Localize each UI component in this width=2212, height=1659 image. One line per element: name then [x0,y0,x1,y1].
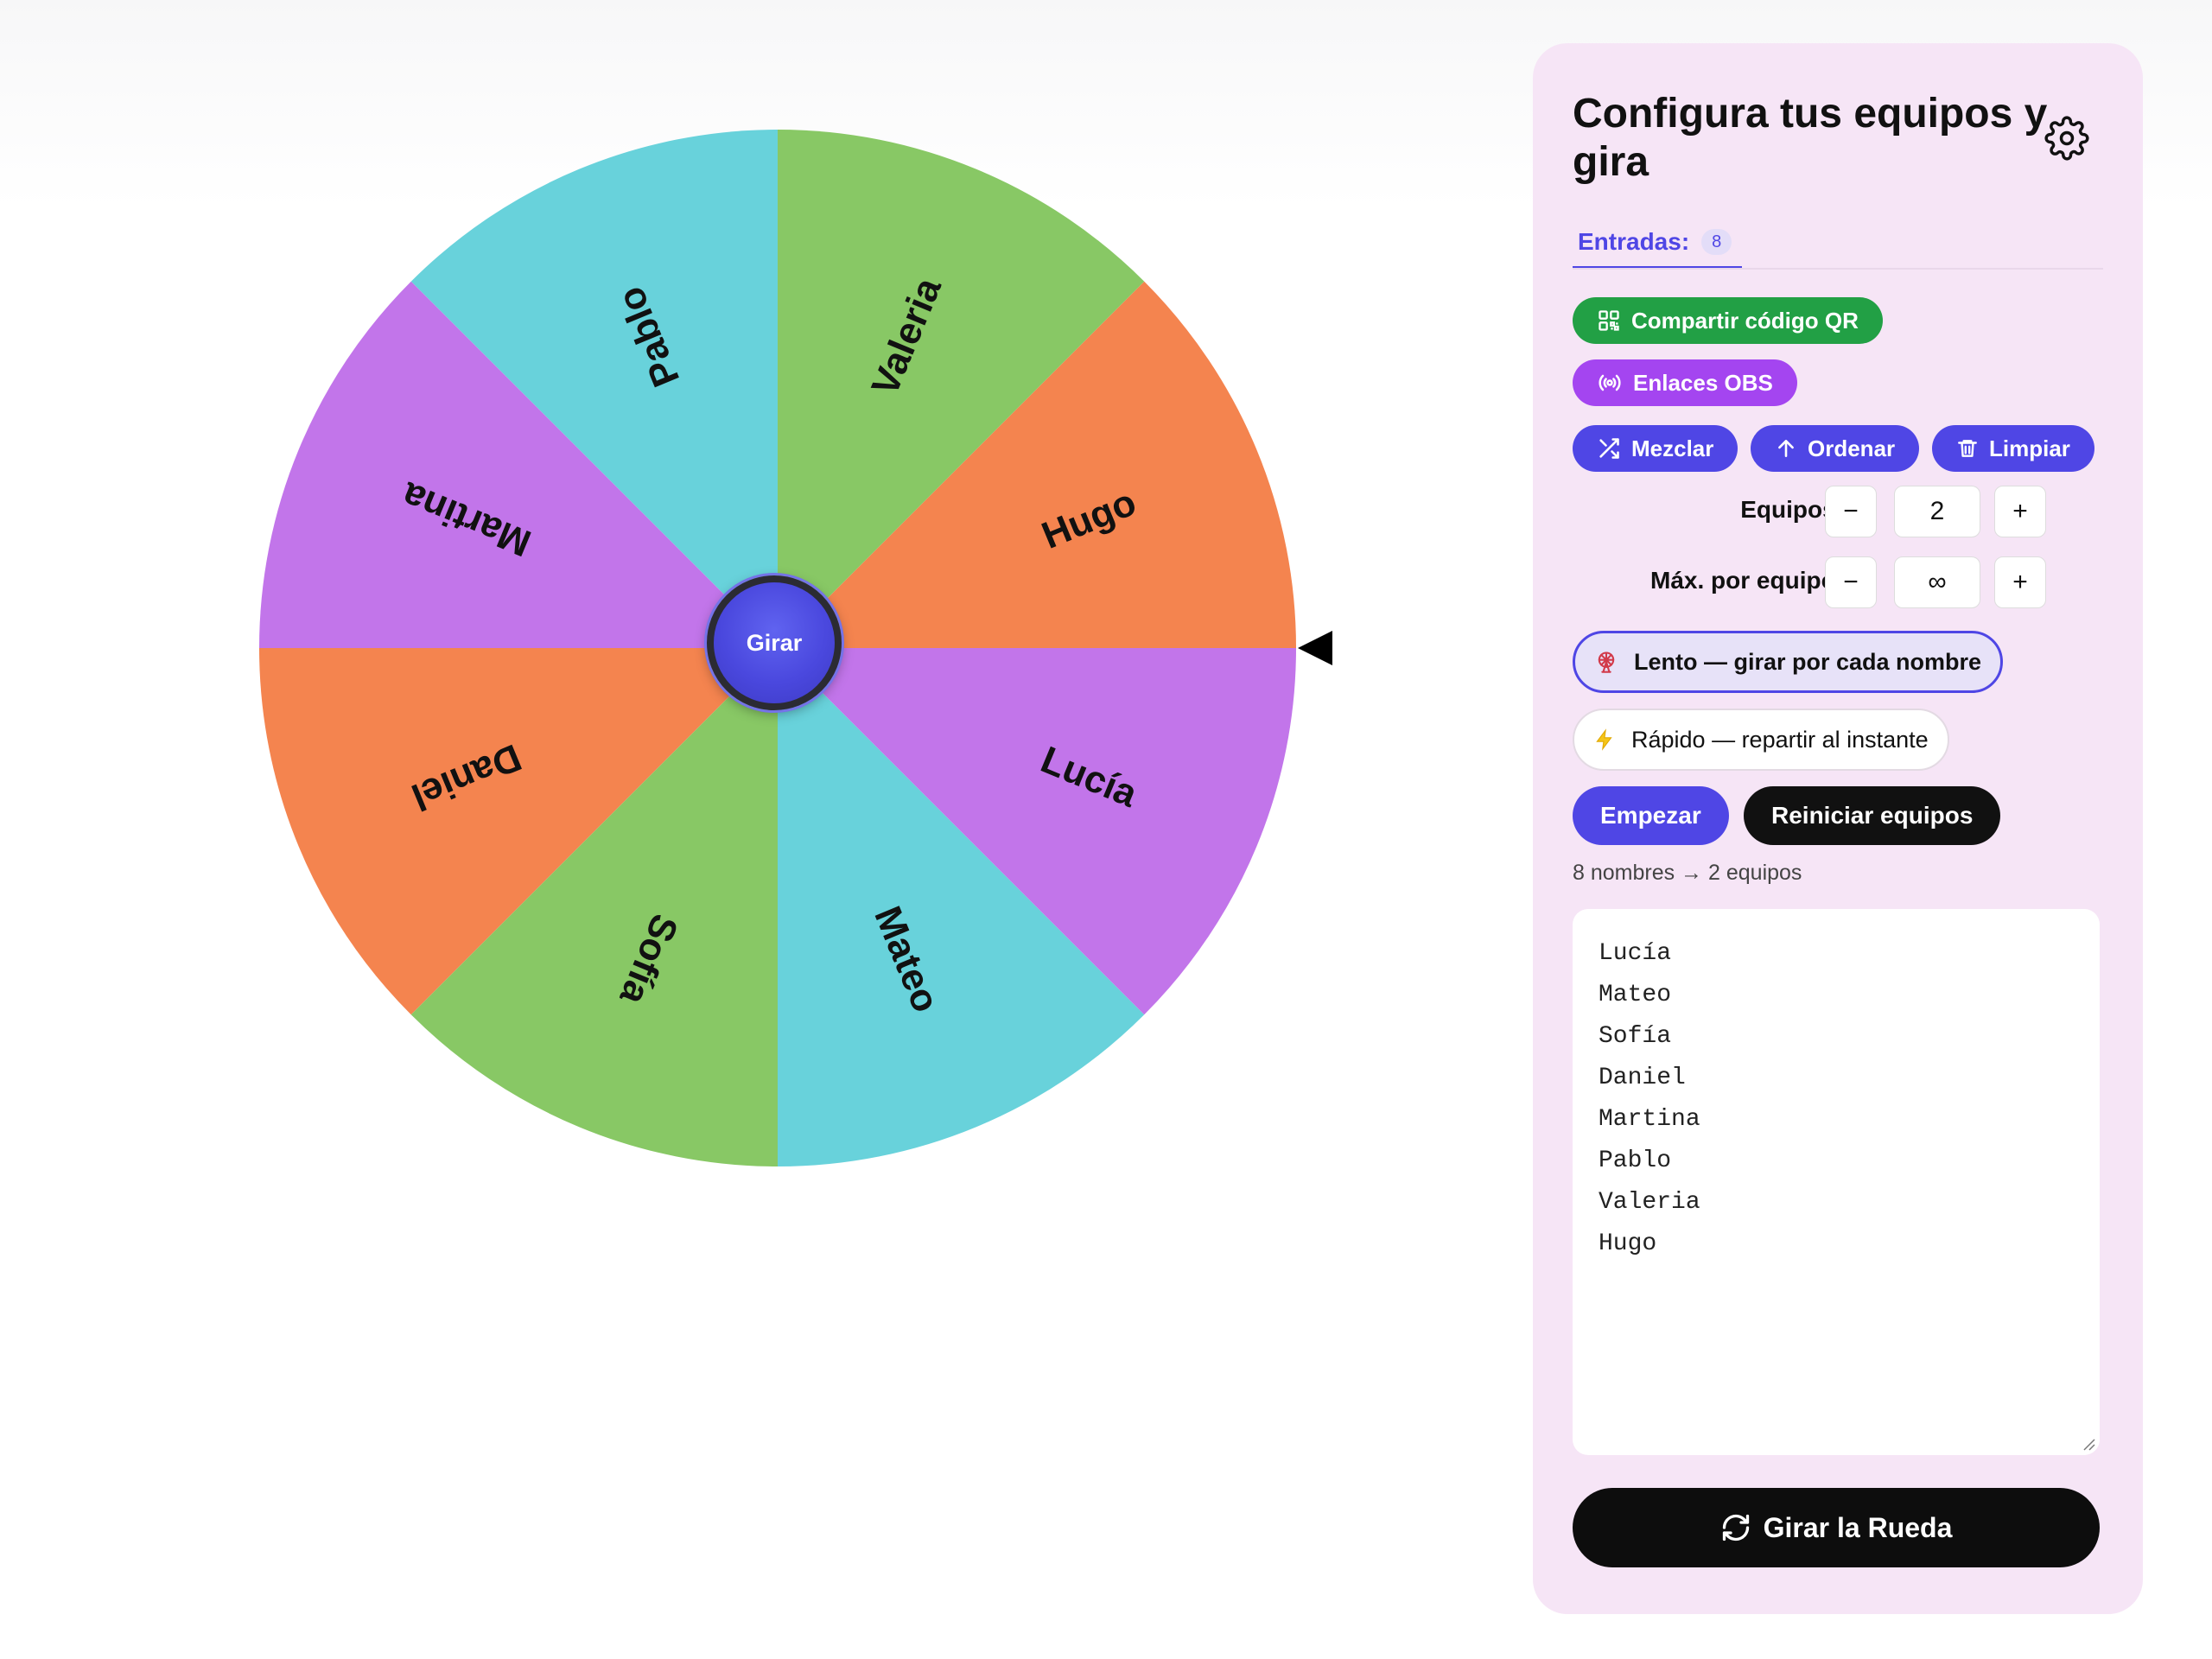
sort-button[interactable]: Ordenar [1751,425,1920,472]
panel-title: Configura tus equipos y gira [1573,91,2048,185]
entries-count-badge: 8 [1701,229,1732,255]
sort-label: Ordenar [1808,435,1896,461]
name-entry: Lucía [1599,940,1672,967]
name-entry: Valeria [1599,1189,1700,1216]
shuffle-label: Mezclar [1631,435,1714,461]
mode-fast-option[interactable]: Rápido — repartir al instante [1573,709,1949,771]
spin-wheel-label: Girar la Rueda [1763,1511,1953,1543]
teams-decrement-button[interactable]: − [1825,486,1877,537]
mode-fast-label: Rápido — repartir al instante [1631,726,1929,753]
wheel-pointer-icon [1298,631,1332,665]
name-entry: Sofía [1599,1023,1672,1050]
teams-count-field[interactable]: 2 [1894,486,1980,537]
trash-icon [1958,440,1977,457]
tab-entries[interactable]: Entradas: 8 [1573,218,1743,270]
mode-slow-label: Lento — girar por cada nombre [1634,648,1982,675]
spin-wheel-button[interactable]: Girar la Rueda [1573,1488,2100,1567]
obs-links-button[interactable]: Enlaces OBS [1573,359,1797,406]
share-qr-button[interactable]: Compartir código QR [1573,297,1883,344]
tab-divider [1573,268,2103,270]
clear-button[interactable]: Limpiar [1932,425,2094,472]
max-per-team-label: Máx. por equipo: [1650,567,1844,594]
name-entry: Mateo [1599,982,1672,1008]
max-per-team-decrement-button[interactable]: − [1825,556,1877,608]
mode-slow-option[interactable]: Lento — girar por cada nombre [1573,631,2004,693]
name-entry: Daniel [1599,1065,1686,1091]
reset-teams-button[interactable]: Reiniciar equipos [1744,786,2001,845]
teams-summary: 8 nombres → 2 equipos [1573,861,1802,885]
qr-code-icon [1599,310,1619,331]
resize-grip-icon[interactable] [2081,1436,2096,1452]
name-entry: Hugo [1599,1230,1657,1257]
wheel-spin-button[interactable]: Girar [707,575,842,710]
names-list: Lucía Mateo Sofía Daniel Martina Pablo Valeria… [1599,933,2074,1265]
obs-links-label: Enlaces OBS [1633,369,1773,396]
name-entry: Pablo [1599,1147,1672,1174]
clear-label: Limpiar [1989,435,2070,461]
shuffle-button[interactable]: Mezclar [1573,425,1738,472]
names-textarea[interactable]: Lucía Mateo Sofía Daniel Martina Pablo Valeria… [1573,909,2100,1455]
wheel-area: Hugo Valeria Pablo Martina Daniel Sofía Mateo L… [251,121,1357,1192]
broadcast-icon [1599,374,1621,391]
max-per-team-field[interactable]: ∞ [1894,556,1980,608]
refresh-icon [1722,1514,1749,1541]
start-button[interactable]: Empezar [1573,786,1729,845]
max-per-team-increment-button[interactable]: + [1994,556,2046,608]
settings-button[interactable] [2044,116,2089,161]
gear-icon [2044,116,2089,161]
tab-entries-label: Entradas: [1578,228,1690,255]
share-qr-label: Compartir código QR [1631,307,1859,334]
teams-increment-button[interactable]: + [1994,486,2046,537]
settings-panel: Configura tus equipos y gira Entradas: 8… [1533,43,2143,1614]
name-entry: Martina [1599,1106,1700,1133]
ferris-wheel-icon [1598,652,1615,673]
arrow-up-icon [1778,440,1794,457]
lightning-icon [1596,728,1612,751]
shuffle-icon [1599,438,1619,459]
teams-label: Equipos: [1740,496,1844,523]
